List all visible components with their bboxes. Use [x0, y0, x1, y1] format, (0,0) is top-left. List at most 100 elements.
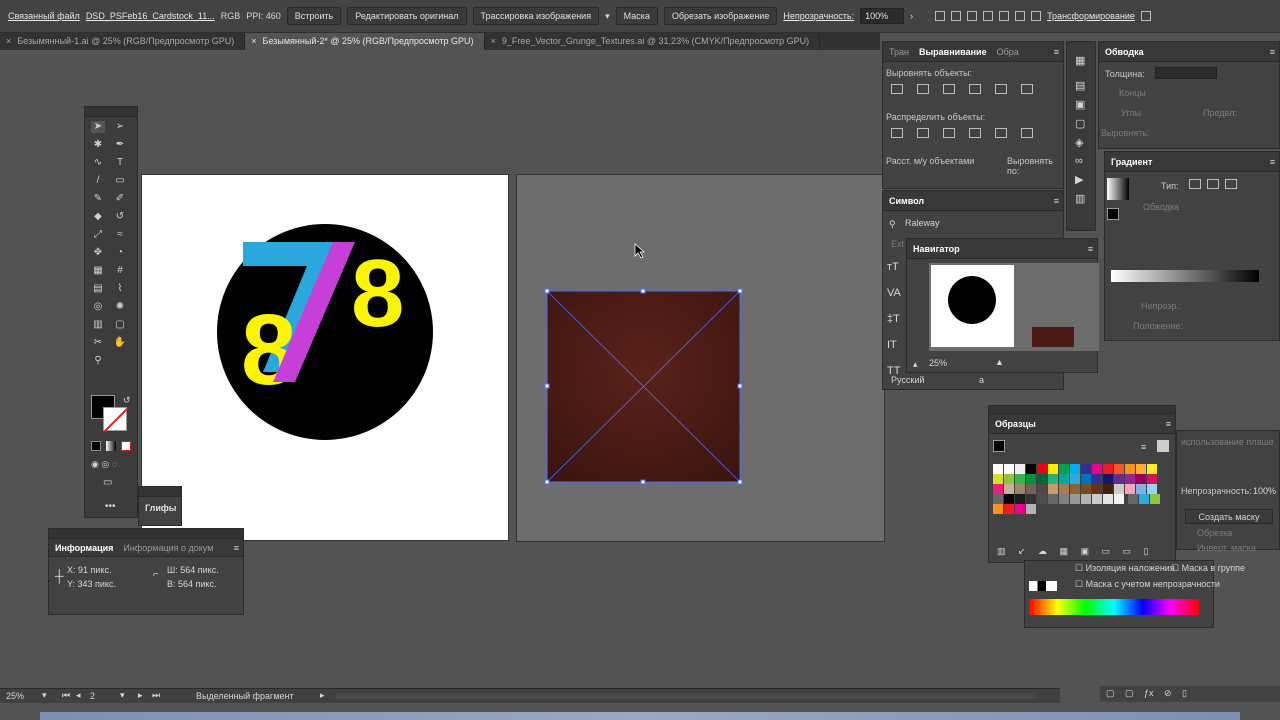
zoom-tool-icon[interactable]: ⚲ — [91, 355, 105, 367]
v-dist-top-icon[interactable] — [891, 128, 903, 138]
gradient-mode-icon[interactable] — [106, 441, 116, 451]
selection-bounding-box[interactable] — [544, 288, 743, 485]
panel-bottom-icons[interactable]: ▢ ▢ ƒx ⊘ ▯ — [1106, 688, 1187, 699]
next-artboard-icon[interactable]: ▸ — [138, 690, 143, 701]
swatch-fill-stroke-icon[interactable] — [993, 440, 1005, 452]
macos-dock[interactable] — [40, 712, 1240, 720]
align-panel-icon[interactable]: ▤ — [1075, 79, 1087, 92]
tools-panel-header[interactable] — [85, 107, 137, 117]
color-spectrum[interactable] — [1029, 599, 1199, 615]
font-family-field[interactable]: Raleway — [905, 218, 1055, 230]
h-dist-right-icon[interactable] — [1021, 128, 1033, 138]
glyphs-panel-header[interactable] — [139, 487, 181, 497]
artboard-dropdown-icon[interactable]: ▾ — [120, 690, 125, 701]
close-icon[interactable]: × — [491, 36, 496, 46]
v-align-center-icon[interactable] — [995, 84, 1007, 94]
mesh-tool-icon[interactable]: # — [113, 265, 127, 277]
swatches-toolbar[interactable]: ▥ ↙ ☁ ▦ ▣ ▭ ▭ ▯ — [997, 546, 1149, 557]
gradient-type-buttons[interactable] — [1189, 179, 1237, 191]
zoom-out-icon[interactable]: ▴ — [913, 359, 918, 370]
opacity-label[interactable]: Непрозрачность: — [783, 11, 854, 21]
line-tool-icon[interactable]: / — [91, 175, 105, 187]
embed-button[interactable]: Встроить — [286, 7, 342, 25]
tab-info[interactable]: Информация — [55, 543, 113, 553]
last-artboard-icon[interactable]: ⏭ — [152, 690, 160, 701]
shaper-tool-icon[interactable]: ✐ — [113, 193, 127, 205]
file-name-link[interactable]: DSD_PSFeb16_Cardstock_11... — [86, 11, 215, 21]
transform-link[interactable]: Трансформирование — [1047, 11, 1135, 21]
gradient-tool-icon[interactable]: ▤ — [91, 283, 105, 295]
panel-menu-icon[interactable]: ≡ — [234, 543, 239, 553]
align-top-icon[interactable] — [999, 11, 1010, 21]
image-trace-button[interactable]: Трассировка изображения — [472, 7, 600, 25]
paintbrush-tool-icon[interactable]: ✎ — [91, 193, 105, 205]
edit-original-button[interactable]: Редактировать оригинал — [347, 7, 467, 25]
tab-stroke[interactable]: Обводка — [1105, 47, 1144, 57]
make-mask-button[interactable]: Создать маску — [1185, 509, 1273, 524]
first-artboard-icon[interactable]: ⏮ — [62, 690, 70, 701]
panel-menu-icon[interactable]: ≡ — [1270, 157, 1275, 167]
close-icon[interactable]: × — [251, 36, 256, 46]
eyedropper-tool-icon[interactable]: ⌇ — [113, 283, 127, 295]
swatch-grid[interactable] — [993, 464, 1169, 514]
opacity-arrow-icon[interactable]: › — [910, 11, 913, 21]
stroke-thickness-field[interactable] — [1155, 67, 1217, 79]
list-view-icon[interactable]: ≡ — [1141, 442, 1146, 452]
panel-menu-icon[interactable] — [1140, 11, 1151, 21]
invert-mask-checkbox[interactable]: Инверт. маска — [1197, 543, 1256, 553]
align-bottom-icon[interactable] — [1031, 11, 1042, 21]
magic-wand-tool-icon[interactable]: ✱ — [91, 139, 105, 151]
stroke-color-swatch[interactable] — [103, 407, 129, 433]
glyphs-panel-title[interactable]: Глифы — [139, 497, 181, 519]
blend-tool-icon[interactable]: ◎ — [91, 301, 105, 313]
language-select[interactable]: Русский — [891, 375, 924, 385]
gradient-preview[interactable] — [1107, 178, 1129, 200]
zoom-in-icon[interactable]: ▲ — [995, 357, 1004, 367]
close-icon[interactable]: × — [6, 36, 11, 46]
align-hcenter-icon[interactable] — [967, 11, 978, 21]
tab-gradient[interactable]: Градиент — [1111, 157, 1152, 167]
rotate-tool-icon[interactable]: ↺ — [113, 211, 127, 223]
status-arrow-icon[interactable]: ▸ — [320, 690, 325, 701]
curvature-tool-icon[interactable]: ∿ — [91, 157, 105, 169]
pen-tool-icon[interactable]: ✒ — [113, 139, 127, 151]
navigator-zoom-field[interactable]: 25% — [929, 358, 979, 368]
tab-pathfinder[interactable]: Обра — [997, 47, 1019, 57]
symbol-sprayer-tool-icon[interactable]: ✺ — [113, 301, 127, 313]
align-right-icon[interactable] — [983, 11, 994, 21]
scale-tool-icon[interactable]: ⤢ — [91, 229, 105, 241]
direct-selection-tool-icon[interactable]: ➢ — [113, 121, 127, 133]
tab-document-info[interactable]: Информация о докум — [123, 543, 213, 553]
tab-document-3[interactable]: × 9_Free_Vector_Grunge_Textures.ai @ 31,2… — [485, 33, 821, 50]
screen-mode-icon[interactable]: ▭ — [103, 477, 112, 488]
transform-panel-icon[interactable]: ▣ — [1075, 98, 1087, 111]
column-graph-tool-icon[interactable]: ▥ — [91, 319, 105, 331]
gradient-fill-swatch[interactable] — [1107, 208, 1119, 220]
panel-menu-icon[interactable]: ≡ — [1088, 244, 1093, 254]
rectangle-tool-icon[interactable]: ▭ — [113, 175, 127, 187]
horizontal-scrollbar[interactable] — [336, 693, 1036, 699]
grid-panel-icon[interactable]: ▦ — [1075, 54, 1087, 67]
selection-tool-icon[interactable]: ➤ — [91, 121, 105, 133]
actions-panel-icon[interactable]: ▶ — [1075, 173, 1087, 186]
panel-menu-icon[interactable]: ≡ — [1270, 47, 1275, 57]
tab-align[interactable]: Выравнивание — [919, 47, 987, 57]
color-mode-icon[interactable] — [91, 441, 101, 451]
tab-character[interactable]: Символ — [889, 196, 924, 206]
mask-button[interactable]: Маска — [615, 7, 658, 25]
prev-artboard-icon[interactable]: ◂ — [76, 690, 81, 701]
gradient-slider[interactable] — [1111, 270, 1259, 282]
artboard-number-field[interactable]: 2 — [90, 691, 95, 701]
h-dist-center-icon[interactable] — [995, 128, 1007, 138]
draw-mode-icon[interactable]: ◉ ◎ ◌ — [91, 459, 117, 470]
v-align-bottom-icon[interactable] — [1021, 84, 1033, 94]
h-align-left-icon[interactable] — [891, 84, 903, 94]
clip-checkbox[interactable]: Обрезка — [1197, 528, 1232, 538]
tab-document-1[interactable]: × Безымянный-1.ai @ 25% (RGB/Предпросмотр… — [0, 33, 246, 50]
font-search-icon[interactable]: ⚲ — [889, 219, 896, 230]
warp-tool-icon[interactable]: ≈ — [113, 229, 127, 241]
h-dist-left-icon[interactable] — [969, 128, 981, 138]
panel-menu-icon[interactable]: ≡ — [1054, 47, 1059, 57]
antialiasing-select[interactable]: a — [979, 375, 984, 385]
pathfinder-panel-icon[interactable]: ▢ — [1075, 117, 1087, 130]
